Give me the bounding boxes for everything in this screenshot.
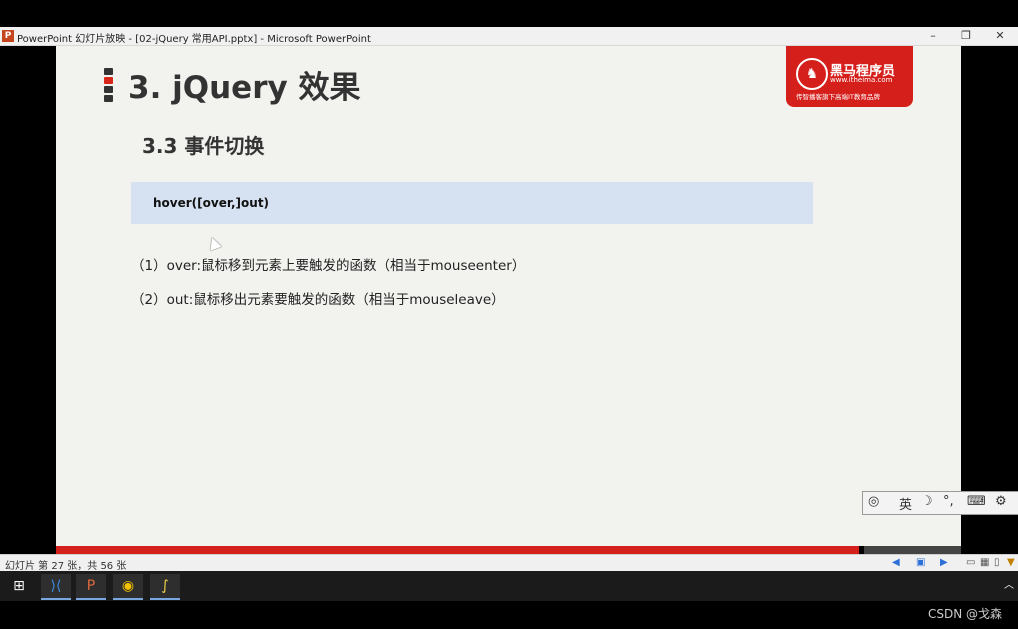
vscode-icon[interactable]: ⟩⟨	[41, 574, 71, 600]
punctuation-icon[interactable]: °,	[943, 494, 954, 509]
slide-menu-icon[interactable]: ▣	[916, 557, 925, 568]
top-black-border	[0, 0, 1018, 27]
ime-logo-icon[interactable]: ◎	[868, 494, 879, 509]
close-button[interactable]: ✕	[985, 28, 1015, 44]
minimize-button[interactable]: –	[918, 28, 948, 44]
horse-logo-icon: ♞	[796, 58, 828, 90]
gear-icon[interactable]: ⚙	[995, 494, 1007, 509]
slide[interactable]: 3. jQuery 效果 ♞ 黑马程序员 www.itheima.com 传智播…	[56, 46, 961, 546]
window-title: PowerPoint 幻灯片放映 - [02-jQuery 常用API.pptx…	[17, 34, 371, 45]
mouse-cursor-icon	[206, 235, 222, 251]
slide-title: 3. jQuery 效果	[128, 70, 361, 106]
title-bullet-icon	[104, 68, 113, 104]
status-bar: 幻灯片 第 27 张，共 56 张 ◀ ▣ ▶ ▭ ▦ ▯ ▼	[0, 554, 1018, 572]
code-text: hover([over,]out)	[153, 196, 270, 210]
watermark: CSDN @戈森	[927, 607, 1002, 621]
description-line-2: （2）out:鼠标移出元素要触发的函数（相当于mouseleave）	[131, 292, 505, 308]
logo-tagline: 传智播客旗下高端IT教育品牌	[796, 93, 880, 101]
taskbar: ⊞ ⟩⟨ P ◉ ∫ ︿	[0, 571, 1018, 601]
restore-button[interactable]: ❐	[951, 28, 981, 44]
powerpoint-icon[interactable]: P	[76, 574, 106, 600]
previous-slide-icon[interactable]: ◀	[892, 557, 900, 568]
chrome-icon[interactable]: ◉	[113, 574, 143, 600]
slideshow-view-icon[interactable]: ▼	[1007, 557, 1015, 568]
normal-view-icon[interactable]: ▭	[966, 557, 975, 568]
slide-subtitle: 3.3 事件切换	[142, 134, 265, 158]
chevron-up-icon[interactable]: ︿	[994, 574, 1018, 598]
title-bar: P PowerPoint 幻灯片放映 - [02-jQuery 常用API.pp…	[0, 27, 1018, 46]
itheima-logo: ♞ 黑马程序员 www.itheima.com 传智播客旗下高端IT教育品牌	[786, 46, 913, 107]
next-slide-icon[interactable]: ▶	[940, 557, 948, 568]
python-icon[interactable]: ∫	[150, 574, 180, 600]
ime-toolbar[interactable]: ◎ 英 ☽ °, ⌨ ⚙	[862, 491, 1018, 515]
description-line-1: （1）over:鼠标移到元素上要触发的函数（相当于mouseenter）	[131, 258, 526, 274]
code-box: hover([over,]out)	[131, 182, 813, 224]
ime-mode-label[interactable]: 英	[899, 494, 912, 513]
logo-url: www.itheima.com	[830, 76, 893, 84]
sorter-view-icon[interactable]: ▦	[980, 557, 989, 568]
powerpoint-app-icon[interactable]: P	[2, 30, 14, 42]
slide-count-status: 幻灯片 第 27 张，共 56 张	[5, 561, 127, 572]
slide-footer-red-bar	[56, 546, 859, 554]
bottom-black-border	[0, 601, 1018, 629]
slide-footer-grey-bar	[864, 546, 961, 554]
reading-view-icon[interactable]: ▯	[994, 557, 1000, 568]
windows-start-icon[interactable]: ⊞	[4, 574, 34, 598]
moon-icon[interactable]: ☽	[921, 494, 933, 509]
keyboard-icon[interactable]: ⌨	[967, 494, 986, 509]
